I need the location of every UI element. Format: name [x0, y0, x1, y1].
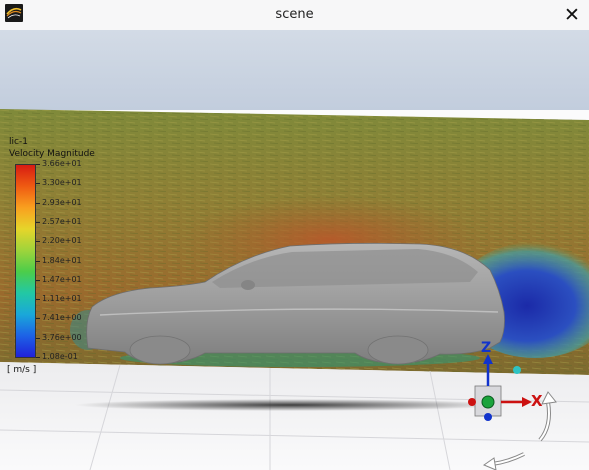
side-mirror	[241, 280, 255, 290]
legend-tick-label: 1.11e+01	[42, 294, 82, 303]
legend-tick-label: 3.30e+01	[42, 178, 82, 187]
legend-tick-label: 1.08e-01	[42, 352, 78, 361]
legend-tick-label: 7.41e+00	[42, 313, 82, 322]
front-wheel	[129, 335, 191, 365]
legend-tick-label: 1.47e+01	[42, 275, 82, 284]
sky-background	[0, 30, 589, 110]
rear-wheel	[367, 335, 429, 365]
graphics-viewport[interactable]: lic-1 Velocity Magnitude 3.66e+01 3.30e+0…	[0, 30, 589, 470]
legend-units: [ m/s ]	[7, 365, 37, 375]
legend-colorbar	[15, 164, 36, 358]
legend-field-name: Velocity Magnitude	[9, 149, 95, 159]
legend-tick-label: 2.20e+01	[42, 236, 82, 245]
legend-tick-mark	[36, 164, 40, 165]
legend-tick-label: 2.93e+01	[42, 198, 82, 207]
legend-tick-label: 3.66e+01	[42, 159, 82, 168]
triad-bottom-dot	[484, 413, 492, 421]
scene-render	[0, 30, 589, 470]
z-axis-label: Z	[481, 340, 492, 356]
legend-tick-mark	[36, 280, 40, 281]
legend-tick-mark	[36, 203, 40, 204]
legend-tick-label: 2.57e+01	[42, 217, 82, 226]
legend-tick-mark	[36, 338, 40, 339]
legend-tick-mark	[36, 299, 40, 300]
triad-left-dot	[468, 398, 476, 406]
legend-tick-mark	[36, 241, 40, 242]
legend-tick-mark	[36, 318, 40, 319]
legend-tick-mark	[36, 183, 40, 184]
window-title: scene	[275, 7, 314, 22]
cyan-marker	[513, 366, 521, 374]
legend-tick-label: 1.84e+01	[42, 256, 82, 265]
legend-tick-mark	[36, 261, 40, 262]
close-button[interactable]: ✕	[561, 4, 583, 26]
legend-tick-label: 3.76e+00	[42, 333, 82, 342]
scene-window: scene ✕ lic-1 Velocity Magnitude 3.66e+0…	[0, 0, 589, 470]
triad-center	[481, 395, 495, 409]
title-bar: scene ✕	[0, 0, 589, 30]
legend-tick-mark	[36, 222, 40, 223]
legend-tick-mark	[36, 357, 40, 358]
car-ground-shadow	[75, 399, 505, 411]
x-axis-label: X	[531, 392, 543, 410]
legend-surface-name: lic-1	[9, 137, 28, 147]
